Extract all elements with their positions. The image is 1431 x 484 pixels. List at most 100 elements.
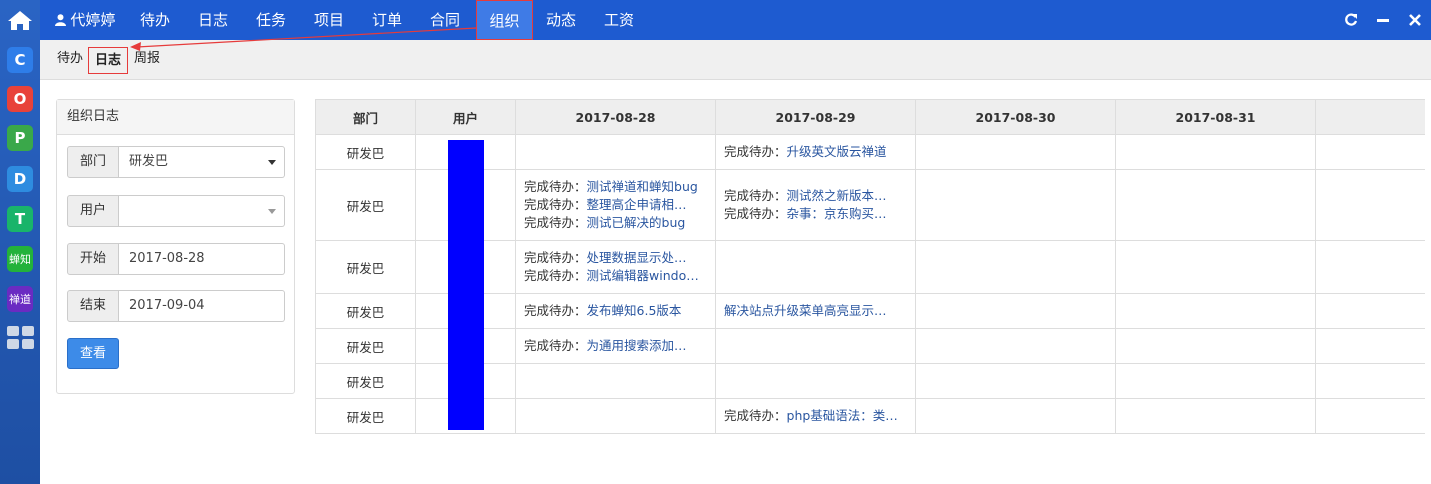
log-entry-link[interactable]: 完成待办：处理数据显示处… [524,249,707,267]
log-entry-link[interactable]: 完成待办：升级英文版云禅道 [724,143,907,161]
start-label: 开始 [67,243,119,275]
home-icon[interactable] [0,0,40,40]
p-app-icon[interactable]: P [7,125,33,151]
nav-task[interactable]: 任务 [248,0,294,40]
user-label: 用户 [67,195,119,227]
log-entry-text: 测试编辑器windo… [586,268,699,283]
log-cell [915,293,1116,329]
dept-select[interactable]: 研发巴 [119,146,285,178]
nav-log[interactable]: 日志 [190,0,236,40]
log-cell [1315,240,1425,294]
log-cell [1315,328,1425,364]
nav-todo[interactable]: 待办 [132,0,178,40]
user-select[interactable] [119,195,285,227]
nav-salary[interactable]: 工资 [596,0,642,40]
log-cell: 完成待办：升级英文版云禅道 [715,134,916,170]
end-field: 结束 2017-09-04 [67,290,285,322]
log-entry-prefix: 完成待办： [524,338,587,353]
chevron-down-icon [268,209,276,214]
log-cell [715,240,916,294]
log-cell [915,134,1116,170]
refresh-icon[interactable] [1344,0,1358,40]
table-header-row: 部门 用户 2017-08-28 2017-08-29 2017-08-30 2… [315,99,1425,135]
subnav-weekly[interactable]: 周报 [134,40,160,80]
log-cell [915,328,1116,364]
redaction-block [448,140,484,430]
sub-nav: 待办 日志 周报 [40,40,1431,80]
log-cell [1115,293,1316,329]
log-entry-text: 处理数据显示处… [586,250,687,265]
log-entry-link[interactable]: 完成待办：杂事：京东购买… [724,205,907,223]
chandao-app-icon[interactable]: 禅道 [7,286,33,312]
nav-contract[interactable]: 合同 [422,0,468,40]
log-cell [1115,240,1316,294]
dept-cell: 研发巴 [315,293,416,329]
dept-cell: 研发巴 [315,134,416,170]
log-entry-prefix: 完成待办： [524,250,587,265]
subnav-log[interactable]: 日志 [88,47,129,74]
end-date-input[interactable]: 2017-09-04 [119,290,285,322]
dept-cell: 研发巴 [315,169,416,241]
log-entry-link[interactable]: 完成待办：发布蝉知6.5版本 [524,302,707,320]
t-app-icon[interactable]: T [7,206,33,232]
log-entry-link[interactable]: 完成待办：测试已解决的bug [524,214,707,232]
log-cell [715,363,916,399]
user-field: 用户 [67,195,285,227]
dept-field: 部门 研发巴 [67,146,285,178]
log-entry-link[interactable]: 完成待办：测试然之新版本… [724,187,907,205]
log-entry-text: php基础语法：类… [786,408,898,423]
column-header: 2017-08-29 [715,99,916,135]
log-cell: 解决站点升级菜单高亮显示… [715,293,916,329]
o-app-icon[interactable]: O [7,86,33,112]
log-cell [915,363,1116,399]
log-entry-text: 发布蝉知6.5版本 [586,303,682,318]
log-entry-text: 解决站点升级菜单高亮显示… [724,303,887,318]
chanzhi-app-icon[interactable]: 蝉知 [7,246,33,272]
all-apps-icon[interactable] [7,326,34,354]
subnav-todo[interactable]: 待办 [57,40,83,80]
nav-dynamic[interactable]: 动态 [538,0,584,40]
nav-organization[interactable]: 组织 [476,0,533,40]
log-cell: 完成待办：测试禅道和蝉知bug 完成待办：整理高企申请相… 完成待办：测试已解决的b… [515,169,716,241]
log-entry-link[interactable]: 完成待办：测试禅道和蝉知bug [524,178,707,196]
log-cell [1115,134,1316,170]
log-cell [1315,398,1425,434]
log-cell [915,169,1116,241]
log-cell: 完成待办：为通用搜索添加… [515,328,716,364]
log-entry-link[interactable]: 完成待办：整理高企申请相… [524,196,707,214]
log-entry-text: 杂事：京东购买… [786,206,887,221]
dept-cell: 研发巴 [315,363,416,399]
log-entry-link[interactable]: 完成待办：为通用搜索添加… [524,337,707,355]
log-entry-link[interactable]: 完成待办：测试编辑器windo… [524,267,707,285]
column-header: 部门 [315,99,416,135]
chevron-down-icon [268,160,276,165]
column-header: 2017-08-28 [515,99,716,135]
user-menu[interactable]: 代婷婷 [54,0,116,40]
log-entry-text: 整理高企申请相… [586,197,687,212]
close-icon[interactable] [1409,0,1421,40]
log-entry-text: 测试禅道和蝉知bug [586,179,698,194]
nav-project[interactable]: 项目 [306,0,352,40]
log-cell [1315,363,1425,399]
view-button[interactable]: 查看 [67,338,119,369]
user-name: 代婷婷 [70,11,116,29]
column-header: 2017-09-01 [1315,99,1425,135]
log-entry-prefix: 完成待办： [524,179,587,194]
log-cell [915,240,1116,294]
log-cell [515,134,716,170]
log-entry-prefix: 完成待办： [724,188,787,203]
log-cell [1115,328,1316,364]
c-app-icon[interactable]: C [7,47,33,73]
log-entry-text: 测试已解决的bug [586,215,686,230]
nav-order[interactable]: 订单 [364,0,410,40]
log-cell [915,398,1116,434]
column-header: 2017-08-30 [915,99,1116,135]
start-date-input[interactable]: 2017-08-28 [119,243,285,275]
log-cell [1315,293,1425,329]
minimize-icon[interactable] [1377,0,1389,40]
log-entry-prefix: 完成待办： [524,215,587,230]
log-entry-link[interactable]: 完成待办：php基础语法：类… [724,407,907,425]
d-app-icon[interactable]: D [7,166,33,192]
log-entry-link[interactable]: 解决站点升级菜单高亮显示… [724,302,907,320]
dept-cell: 研发巴 [315,328,416,364]
